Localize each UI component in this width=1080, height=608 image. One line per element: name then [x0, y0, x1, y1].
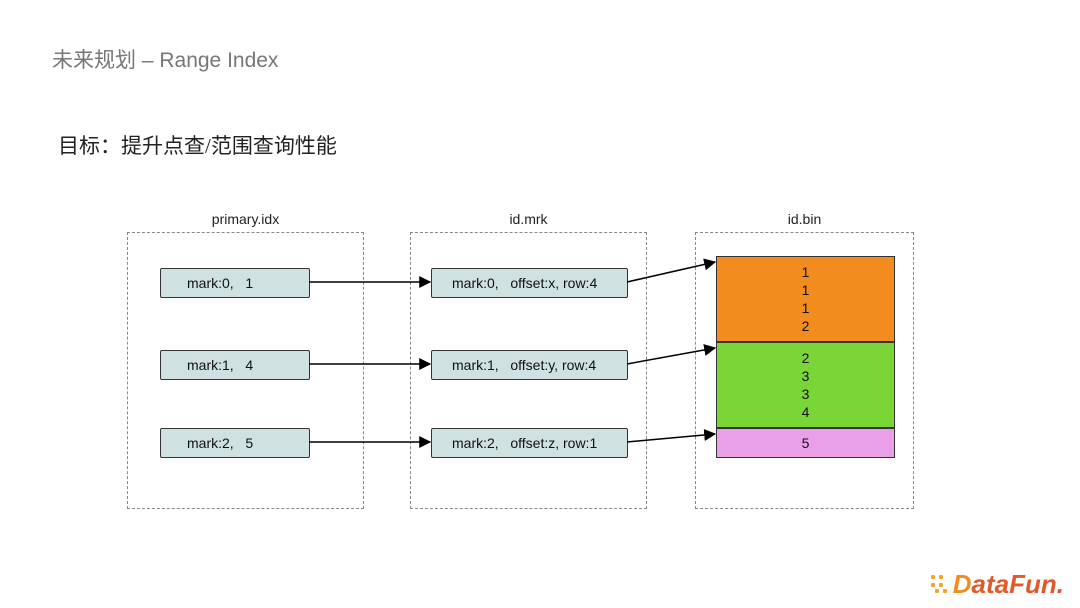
column-label-primary: primary.idx	[128, 211, 363, 227]
bin-value: 1	[802, 281, 810, 299]
page-title: 未来规划 – Range Index	[52, 44, 278, 74]
bin-value: 1	[802, 299, 810, 317]
column-id-bin: id.bin 1 1 1 2 2 3 3 4 5	[695, 232, 914, 509]
primary-idx-row-1: mark:1, 4	[160, 350, 310, 380]
bin-value: 3	[802, 367, 810, 385]
bin-block-1: 2 3 3 4	[716, 342, 895, 428]
bin-block-2: 5	[716, 428, 895, 458]
primary-idx-row-2: mark:2, 5	[160, 428, 310, 458]
bin-value: 2	[802, 349, 810, 367]
column-label-bin: id.bin	[696, 211, 913, 227]
bin-value: 3	[802, 385, 810, 403]
bin-value: 2	[802, 317, 810, 335]
logo-datafun: DataFun.	[929, 569, 1064, 600]
mrk-row-2: mark:2, offset:z, row:1	[431, 428, 628, 458]
column-id-mrk: id.mrk mark:0, offset:x, row:4 mark:1, o…	[410, 232, 647, 509]
primary-idx-row-0: mark:0, 1	[160, 268, 310, 298]
mrk-row-0: mark:0, offset:x, row:4	[431, 268, 628, 298]
logo-dots-icon	[929, 573, 951, 595]
bin-value: 1	[802, 263, 810, 281]
column-label-mrk: id.mrk	[411, 211, 646, 227]
bin-value: 5	[802, 434, 810, 452]
page-subtitle: 目标：提升点查/范围查询性能	[58, 130, 337, 160]
column-primary-idx: primary.idx mark:0, 1 mark:1, 4 mark:2, …	[127, 232, 364, 509]
bin-block-0: 1 1 1 2	[716, 256, 895, 342]
bin-value: 4	[802, 403, 810, 421]
mrk-row-1: mark:1, offset:y, row:4	[431, 350, 628, 380]
